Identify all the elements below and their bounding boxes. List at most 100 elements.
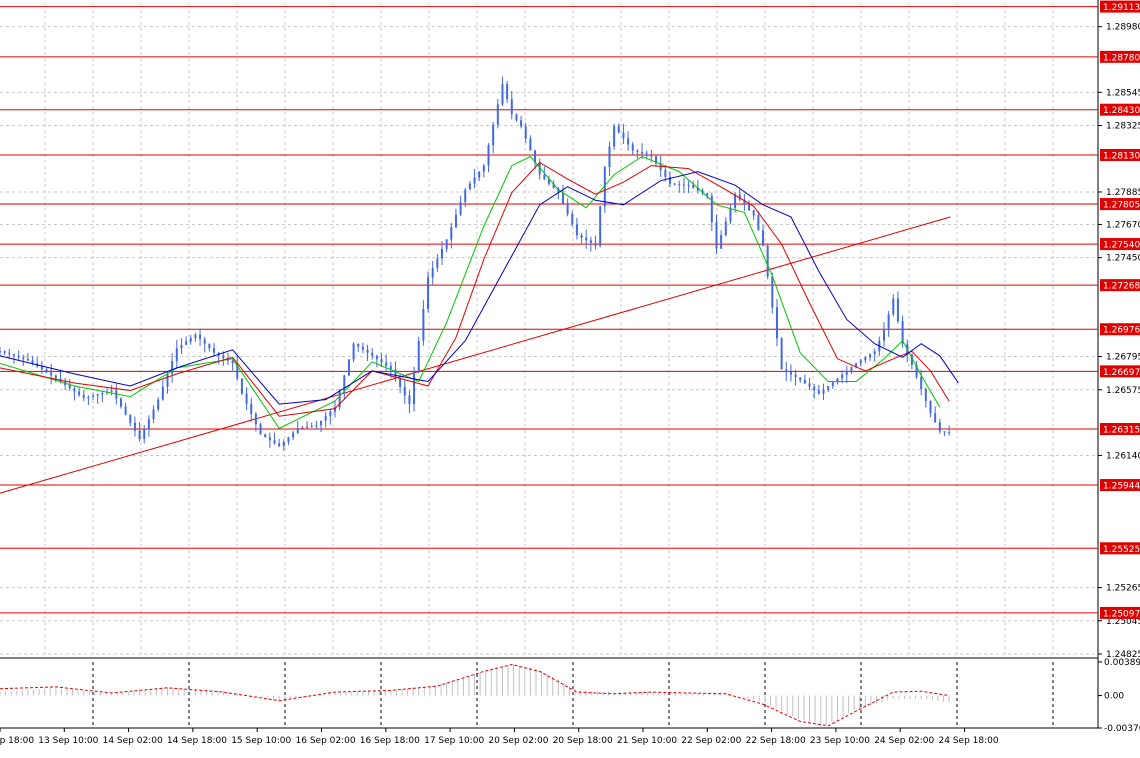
time-tick-label: 17 Sep 10:00 xyxy=(424,736,484,746)
candle-body xyxy=(92,395,95,397)
candle-body xyxy=(454,214,457,228)
candle-body xyxy=(678,184,681,186)
candle-body xyxy=(473,177,476,184)
candle-body xyxy=(315,425,318,427)
price-tick-label: 1.27450 xyxy=(1106,254,1140,264)
candle-body xyxy=(757,215,760,231)
candle-body xyxy=(720,235,723,249)
candle-body xyxy=(3,351,6,353)
candle-body xyxy=(789,372,792,375)
candle-body xyxy=(752,210,755,216)
candle-body xyxy=(78,391,81,395)
oscillator-tick-label: 0.003897 xyxy=(1104,658,1140,668)
candle-body xyxy=(682,184,685,186)
candle-body xyxy=(422,308,425,341)
candle-body xyxy=(157,399,160,410)
candle-body xyxy=(520,120,523,127)
candle-body xyxy=(282,441,285,447)
candle-body xyxy=(385,362,388,366)
level-label: 1.26697 xyxy=(1103,368,1140,378)
candle-body xyxy=(264,434,267,438)
candle-body xyxy=(594,242,597,246)
candle-body xyxy=(431,267,434,278)
price-tick-label: 1.26140 xyxy=(1106,451,1140,461)
candle-body xyxy=(0,351,1,353)
candle-body xyxy=(641,151,644,154)
candle-body xyxy=(68,384,71,389)
candle-body xyxy=(287,437,290,442)
candle-body xyxy=(133,422,136,431)
candle-body xyxy=(673,183,676,185)
candle-body xyxy=(748,204,751,211)
candle-body xyxy=(54,375,57,379)
candle-body xyxy=(22,357,25,359)
candle-body xyxy=(403,386,406,396)
candle-body xyxy=(664,170,667,177)
candle-body xyxy=(808,383,811,387)
level-label: 1.25944 xyxy=(1103,482,1140,492)
candle-body xyxy=(357,343,360,347)
candle-body xyxy=(524,126,527,139)
level-label: 1.26315 xyxy=(1103,426,1140,436)
candle-body xyxy=(208,343,211,349)
candle-body xyxy=(278,443,281,447)
candle-body xyxy=(496,104,499,125)
candle-body xyxy=(143,429,146,439)
price-tick-label: 1.25265 xyxy=(1106,584,1140,594)
candle-body xyxy=(613,126,616,147)
candle-body xyxy=(231,360,234,364)
candle-body xyxy=(240,378,243,394)
candle-body xyxy=(119,398,122,407)
candle-body xyxy=(580,235,583,238)
candle-body xyxy=(803,379,806,384)
candle-body xyxy=(943,431,946,433)
candle-body xyxy=(268,437,271,441)
candle-body xyxy=(785,369,788,373)
candle-body xyxy=(203,339,206,344)
candle-body xyxy=(147,419,150,430)
price-tick-label: 1.26575 xyxy=(1106,386,1140,396)
candle-body xyxy=(464,189,467,203)
candle-body xyxy=(827,385,830,390)
time-tick-label: 14 Sep 18:00 xyxy=(167,736,227,746)
candle-body xyxy=(175,348,178,362)
candle-body xyxy=(892,298,895,315)
candle-body xyxy=(799,377,802,380)
candle-body xyxy=(166,373,169,387)
candle-body xyxy=(129,414,132,423)
candle-body xyxy=(571,213,574,225)
candle-body xyxy=(138,430,141,439)
time-tick-label: 16 Sep 18:00 xyxy=(360,736,420,746)
candle-body xyxy=(413,372,416,405)
price-tick-label: 1.27885 xyxy=(1106,188,1140,198)
candle-body xyxy=(566,203,569,214)
candle-body xyxy=(306,426,309,428)
level-label: 1.25097 xyxy=(1103,609,1140,619)
price-tick-label: 1.27670 xyxy=(1106,220,1140,230)
candle-body xyxy=(692,185,695,188)
candle-body xyxy=(101,393,104,395)
candle-body xyxy=(734,194,737,208)
candle-body xyxy=(645,153,648,155)
candle-body xyxy=(864,357,867,361)
candle-body xyxy=(599,206,602,246)
candle-body xyxy=(575,224,578,236)
candle-body xyxy=(375,355,378,360)
time-tick-label: 24 Sep 18:00 xyxy=(939,736,999,746)
candle-body xyxy=(222,355,225,359)
candle-body xyxy=(869,354,872,358)
candle-body xyxy=(794,374,797,378)
candle-body xyxy=(417,340,420,373)
candle-body xyxy=(589,240,592,243)
candle-body xyxy=(301,427,304,429)
candle-body xyxy=(515,114,518,121)
candle-body xyxy=(622,132,625,139)
candle-body xyxy=(920,376,923,390)
candle-body xyxy=(408,395,411,405)
oscillator-tick-label: 0.00 xyxy=(1104,692,1124,702)
oscillator-tick-label: -0.00376 xyxy=(1104,724,1140,734)
time-tick-label: 22 Sep 02:00 xyxy=(681,736,741,746)
candle-body xyxy=(180,344,183,349)
candle-body xyxy=(813,386,816,391)
price-tick-label: 1.26795 xyxy=(1106,353,1140,363)
